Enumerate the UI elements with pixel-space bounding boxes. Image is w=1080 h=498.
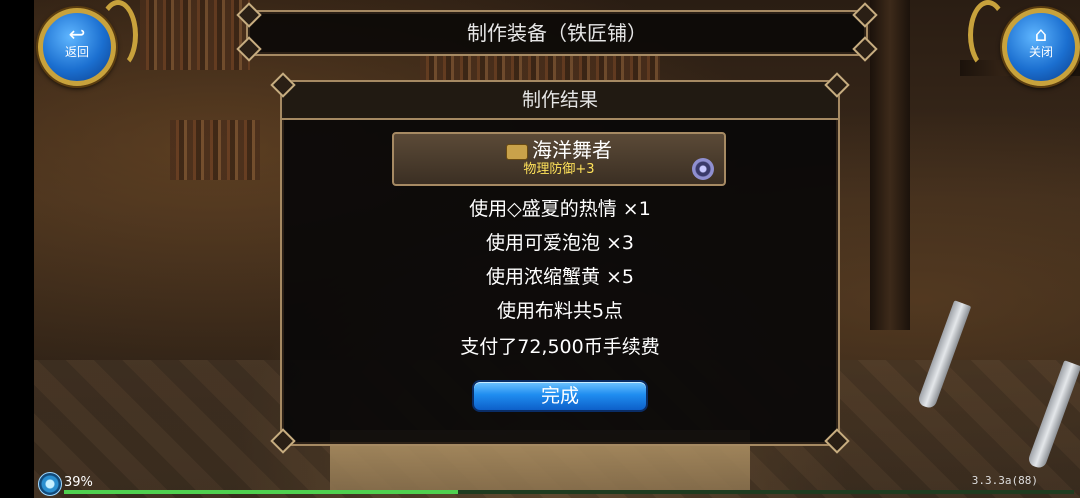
- home-icon: ⌂: [1034, 22, 1048, 46]
- material-line: 使用浓缩蟹黄 ×5: [485, 266, 635, 288]
- battery-icon: [38, 472, 62, 496]
- item-stat: 物理防御+3: [523, 162, 595, 177]
- bookshelf: [140, 0, 250, 70]
- panel-title: 制作结果: [282, 82, 838, 120]
- loading-progress-bar: [64, 490, 1074, 494]
- item-name-row: 海洋舞者: [394, 138, 724, 162]
- item-card[interactable]: 海洋舞者 物理防御+3: [392, 132, 726, 186]
- scroll-icon: [506, 143, 528, 160]
- material-line: 使用◇盛夏的热情 ×1: [469, 198, 651, 220]
- material-line: 使用布料共5点: [496, 300, 624, 322]
- progress-fill: [64, 490, 458, 494]
- close-label: 关闭: [1028, 45, 1053, 59]
- bookshelf: [420, 55, 660, 80]
- material-line: 使用可爱泡泡 ×3: [485, 232, 635, 254]
- back-arrow-icon: ↩: [68, 22, 86, 46]
- version-label: 3.3.3a(88): [971, 474, 1038, 487]
- back-button[interactable]: ↩ 返回: [38, 8, 116, 86]
- result-panel: 制作结果 海洋舞者 物理防御+3 使用◇盛夏的热情 ×1 使用可爱泡泡 ×3 使…: [280, 80, 840, 446]
- page-title: 制作装备（铁匠铺）: [246, 10, 868, 56]
- bookshelf: [170, 120, 260, 180]
- left-black-edge: [0, 0, 34, 498]
- done-button[interactable]: 完成: [472, 380, 648, 412]
- item-name: 海洋舞者: [532, 138, 612, 162]
- page-title-text: 制作装备（铁匠铺）: [467, 21, 647, 45]
- close-button[interactable]: ⌂ 关闭: [1002, 8, 1080, 86]
- ornament: [968, 0, 1008, 70]
- fee-line: 支付了72,500币手续费: [460, 336, 660, 358]
- back-label: 返回: [64, 45, 89, 59]
- gear-icon: [692, 158, 714, 180]
